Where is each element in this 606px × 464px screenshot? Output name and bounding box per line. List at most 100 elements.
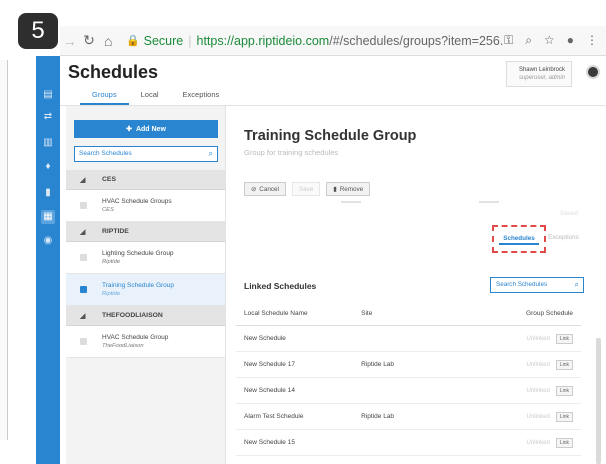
user-role: superuser, admin (518, 75, 565, 81)
user-menu[interactable]: Shawn Leinbrock superuser, admin (506, 61, 572, 87)
cancel-label: Cancel (259, 185, 279, 193)
schedule-name: Alarm Test Schedule (244, 413, 304, 420)
linked-schedules-table: Local Schedule Name Site Group Schedule … (236, 302, 581, 456)
trash-icon[interactable]: ▮ (41, 186, 55, 200)
link-status: Unlinked (526, 387, 550, 394)
table-row: New Schedule 15 Unlinked Link (236, 430, 581, 456)
detail-subtitle: Group for training schedules (244, 148, 339, 157)
link-button[interactable]: Link (555, 359, 573, 370)
item-name: HVAC Schedule Groups (102, 198, 172, 205)
table-row: Alarm Test Schedule Riptide Lab Unlinked… (236, 404, 581, 430)
url-path[interactable]: /#/schedules/groups?item=256... (329, 34, 504, 48)
col-group-schedule: Group Schedule (493, 310, 581, 317)
nodes-icon[interactable]: ⇄ (41, 110, 55, 124)
list-item[interactable]: Lighting Schedule Group Riptide (66, 242, 225, 274)
schedules-icon[interactable]: ▦ (41, 210, 55, 224)
bookmark-star-icon[interactable]: ☆ (544, 33, 555, 48)
table-row: New Schedule Unlinked Link (236, 326, 581, 352)
add-new-label: Add New (135, 125, 166, 133)
tab-exceptions-detail[interactable]: Exceptions (548, 234, 579, 241)
schedule-group-icon (80, 254, 87, 261)
list-item[interactable]: HVAC Schedule Group TheFoodLiaison (66, 326, 225, 358)
faint-divider (341, 201, 361, 203)
linked-search-placeholder: Search Schedules (496, 281, 548, 288)
link-button[interactable]: Link (555, 333, 573, 344)
table-scrollbar[interactable] (596, 338, 601, 464)
item-site: Riptide (102, 259, 121, 265)
table-header: Local Schedule Name Site Group Schedule (236, 302, 581, 326)
dashboard-icon[interactable]: ▤ (41, 88, 55, 102)
item-name: Training Schedule Group (102, 282, 175, 289)
group-header: ◢ CES (66, 170, 225, 190)
url-host[interactable]: https://app.riptideio.com (197, 34, 330, 48)
schedule-site: Riptide Lab (361, 413, 395, 420)
item-name: HVAC Schedule Group (102, 334, 169, 341)
add-new-button[interactable]: ✚ Add New (74, 120, 218, 138)
action-bar: ⊘ Cancel Save ▮ Remove (244, 182, 371, 196)
schedule-name: New Schedule 17 (244, 361, 295, 368)
tab-groups[interactable]: Groups (80, 90, 129, 105)
link-button[interactable]: Link (555, 437, 573, 448)
link-button[interactable]: Link (555, 411, 573, 422)
group-detail: Training Schedule Group Group for traini… (236, 106, 606, 464)
step-badge: 5 (18, 13, 58, 49)
secure-label: Secure (143, 33, 184, 48)
list-item[interactable]: HVAC Schedule Groups CES (66, 190, 225, 222)
app-sidebar: ▤ ⇄ ▥ ♦ ▮ ▦ ◉ (36, 56, 60, 464)
faint-divider (479, 201, 499, 203)
link-button[interactable]: Link (555, 385, 573, 396)
forward-icon[interactable]: → (60, 33, 79, 49)
tab-exceptions[interactable]: Exceptions (171, 90, 232, 105)
group-name: RIPTIDE (102, 228, 129, 235)
col-site: Site (361, 310, 373, 317)
tab-schedules[interactable]: Schedules (492, 225, 546, 253)
item-name: Lighting Schedule Group (102, 250, 174, 257)
save-button[interactable]: Save (291, 182, 321, 196)
schedule-name: New Schedule (244, 335, 286, 342)
app-header: Schedules Groups Local Exceptions Shawn … (60, 56, 606, 106)
avatar[interactable] (586, 65, 600, 79)
folder-icon: ◢ (80, 228, 86, 236)
extension-icon[interactable]: ● (567, 33, 574, 48)
group-name: CES (102, 176, 116, 183)
list-item-selected[interactable]: Training Schedule Group Riptide (66, 274, 225, 306)
user-name: Shawn Leinbrock (518, 67, 565, 73)
active-tab-underline (499, 243, 539, 245)
save-label: Save (298, 185, 314, 193)
reload-icon[interactable]: ↻ (79, 32, 98, 49)
trash-icon: ▮ (333, 185, 337, 193)
schedule-site: Riptide Lab (361, 361, 395, 368)
col-local-schedule-name: Local Schedule Name (244, 310, 308, 317)
menu-dots-icon[interactable]: ⋮ (586, 33, 598, 48)
linked-search-input[interactable]: Search Schedules ⌕ (490, 277, 584, 293)
schedule-name: New Schedule 14 (244, 387, 295, 394)
user-icon[interactable]: ◉ (41, 234, 55, 248)
group-header: ◢ THEFOODLIAISON (66, 306, 225, 326)
schedule-group-icon (80, 202, 87, 209)
link-status: Unlinked (526, 439, 550, 446)
plus-icon: ✚ (126, 126, 132, 133)
remove-label: Remove (339, 185, 364, 193)
home-icon[interactable]: ⌂ (99, 33, 118, 49)
lock-icon: 🔒 (125, 35, 140, 47)
item-site: Riptide (102, 291, 121, 297)
schedule-name: New Schedule 15 (244, 439, 295, 446)
remove-button[interactable]: ▮ Remove (326, 182, 371, 196)
browser-address-bar: → ↻ ⌂ 🔒 Secure | https://app.riptideio.c… (60, 26, 606, 56)
folder-icon: ◢ (80, 312, 86, 320)
folder-icon: ◢ (80, 176, 86, 184)
chart-icon[interactable]: ▥ (41, 136, 55, 150)
group-search-input[interactable]: Search Schedules ⌕ (74, 146, 218, 162)
link-status: Unlinked (526, 413, 550, 420)
tab-local[interactable]: Local (129, 90, 171, 105)
col-group-schedule-label: Group Schedule (526, 310, 573, 317)
page-title: Schedules (68, 62, 159, 82)
alarm-icon[interactable]: ♦ (41, 160, 55, 174)
key-icon[interactable]: ⚿ (504, 33, 513, 48)
group-list: ◢ CES HVAC Schedule Groups CES ◢ RIPTIDE… (66, 170, 225, 358)
link-status: Unlinked (526, 335, 550, 342)
group-list-panel: ✚ Add New Search Schedules ⌕ ◢ CES HVAC … (66, 106, 226, 464)
search-icon: ⌕ (574, 280, 579, 289)
cancel-button[interactable]: ⊘ Cancel (244, 182, 286, 196)
zoom-icon[interactable]: ⌕ (525, 33, 532, 48)
